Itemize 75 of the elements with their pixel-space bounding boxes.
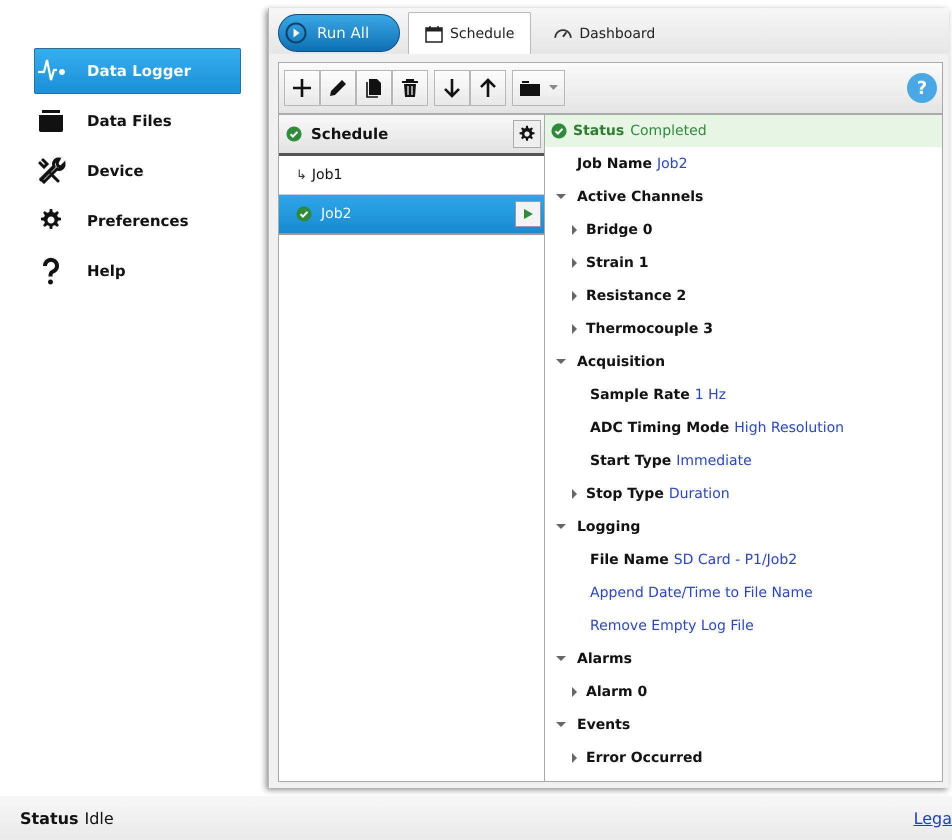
- collapse-arrow-icon[interactable]: [556, 359, 566, 364]
- property-value: SD Card - P1/Job2: [674, 552, 798, 568]
- property-label: Strain 1: [586, 254, 649, 270]
- option-link[interactable]: Remove Empty Log File: [590, 618, 754, 634]
- property-label: Error Occurred: [586, 750, 703, 766]
- sidebar-item[interactable]: Data Files: [34, 98, 241, 144]
- legal-link[interactable]: Lega: [914, 808, 952, 828]
- property-value: Duration: [668, 486, 730, 502]
- calendar-icon: [425, 24, 443, 42]
- expand-arrow-icon[interactable]: [572, 324, 577, 334]
- copy-button[interactable]: [356, 70, 392, 106]
- play-icon: [285, 22, 307, 44]
- status-value: Idle: [84, 808, 115, 828]
- property-label: Events: [577, 716, 630, 732]
- status-label: Status: [20, 808, 79, 828]
- property-label: Logging: [577, 518, 640, 534]
- expand-arrow-icon[interactable]: [572, 488, 577, 498]
- play-icon: [522, 208, 534, 220]
- tab[interactable]: Schedule: [408, 12, 532, 54]
- tools-icon: [37, 156, 67, 186]
- property-value: 1 Hz: [694, 386, 726, 402]
- folder-button[interactable]: [512, 70, 565, 106]
- property-label: Thermocouple 3: [586, 320, 713, 336]
- move-down-button[interactable]: [434, 70, 470, 106]
- settings-icon: [518, 125, 536, 143]
- pencil-icon: [327, 77, 349, 99]
- settings-button[interactable]: [513, 120, 541, 148]
- property-label: File Name: [590, 552, 669, 568]
- property-label: ADC Timing Mode: [590, 420, 730, 436]
- option-link[interactable]: Append Date/Time to File Name: [590, 584, 813, 600]
- edit-button[interactable]: [320, 70, 356, 106]
- caret-icon: [549, 85, 558, 91]
- property-label: Job Name: [577, 156, 652, 172]
- expand-arrow-icon[interactable]: [572, 752, 577, 762]
- run-all-button[interactable]: Run All: [278, 14, 400, 52]
- property-label: Acquisition: [577, 354, 666, 370]
- job-name: Job1: [312, 167, 344, 183]
- delete-button[interactable]: [392, 70, 428, 106]
- arrow-down-icon: [441, 77, 463, 99]
- status-value: Completed: [630, 123, 707, 139]
- collapse-arrow-icon[interactable]: [556, 722, 566, 727]
- move-up-button[interactable]: [470, 70, 506, 106]
- panel-title: Schedule: [311, 125, 390, 143]
- collapse-arrow-icon[interactable]: [556, 194, 566, 199]
- property-value: High Resolution: [734, 420, 844, 436]
- expand-arrow-icon[interactable]: [572, 258, 577, 268]
- sidebar-item[interactable]: Preferences: [34, 198, 241, 244]
- property-label: Resistance 2: [586, 288, 686, 304]
- trash-icon: [399, 77, 421, 99]
- collapse-arrow-icon[interactable]: [556, 524, 566, 529]
- add-icon: [291, 77, 313, 99]
- check-icon: [551, 123, 567, 139]
- check-icon: [286, 126, 302, 142]
- expand-arrow-icon[interactable]: [572, 224, 577, 234]
- run-job-button[interactable]: [515, 201, 541, 227]
- expand-arrow-icon[interactable]: [572, 686, 577, 696]
- property-label: Sample Rate: [590, 386, 690, 402]
- property-label: Alarms: [577, 650, 632, 666]
- property-value: Immediate: [676, 452, 752, 468]
- property-label: Alarm 0: [586, 684, 648, 700]
- sidebar-item[interactable]: Help: [34, 248, 241, 294]
- property-label: Active Channels: [577, 188, 704, 204]
- collapse-arrow-icon[interactable]: [556, 656, 566, 661]
- add-button[interactable]: [284, 70, 320, 106]
- expand-arrow-icon[interactable]: [572, 290, 577, 300]
- property-label: Start Type: [590, 452, 672, 468]
- gauge-icon: [554, 28, 572, 38]
- status-label: Status: [573, 123, 624, 139]
- sidebar-item[interactable]: Device: [34, 148, 241, 194]
- child-arrow: ↳: [296, 168, 307, 182]
- property-label: Bridge 0: [586, 222, 653, 238]
- property-label: Stop Type: [586, 486, 664, 502]
- property-value: Job2: [656, 156, 688, 172]
- tab[interactable]: Dashboard: [537, 12, 672, 54]
- job-name: Job2: [321, 206, 352, 222]
